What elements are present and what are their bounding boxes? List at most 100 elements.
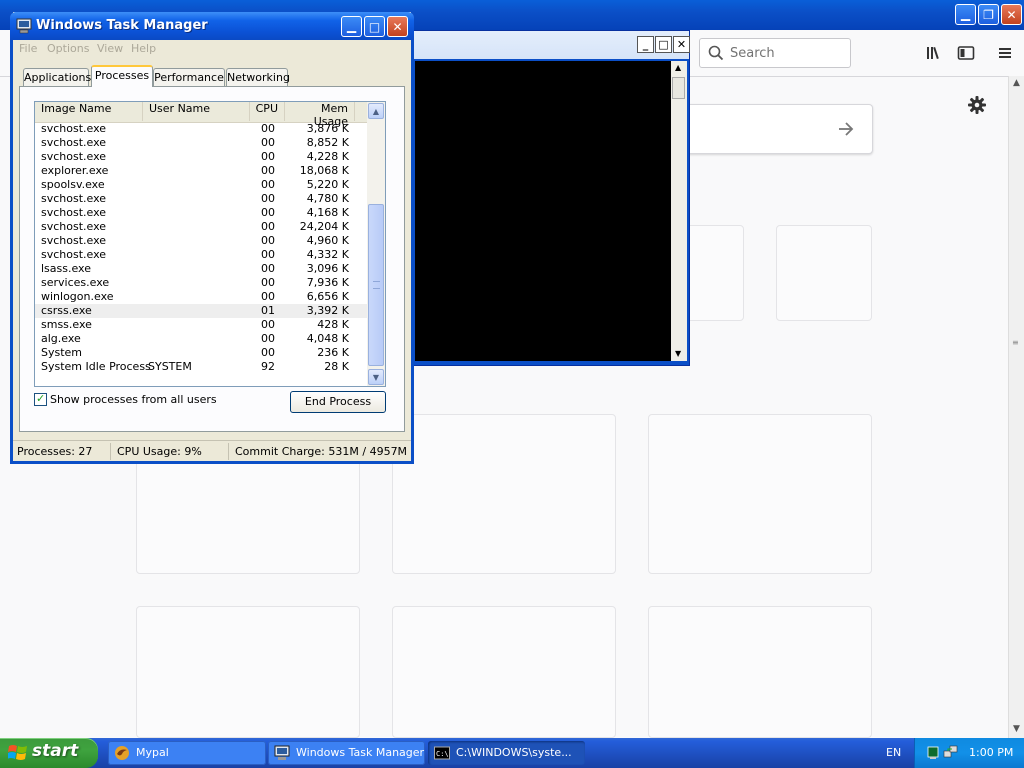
minimize-button[interactable]: ▁ [341,16,362,37]
console-scroll-thumb[interactable] [672,77,685,99]
scroll-down-button[interactable]: ▼ [368,369,384,385]
menu-help[interactable]: Help [131,42,156,55]
process-list-scroll-thumb[interactable] [368,204,384,366]
clock: 1:00 PM [969,746,1014,759]
scroll-down-icon[interactable]: ▼ [1013,724,1020,734]
network-icon[interactable] [943,744,959,760]
taskbar-item-label: C:\WINDOWS\syste... [456,746,572,759]
console-titlebar[interactable]: _ □ ✕ [409,31,690,59]
checkbox[interactable]: ✓ [34,392,47,406]
show-all-users-label[interactable]: Show processes from all users [50,393,217,406]
start-button[interactable]: start [0,738,98,768]
top-site-tile[interactable] [776,225,872,321]
cell-cpu: 00 [261,234,275,247]
windows-logo-icon [8,745,27,760]
cell-cpu: 00 [261,150,275,163]
cell-mem-usage: 4,048 K [306,332,349,345]
table-row[interactable]: svchost.exe 00 4,168 K [35,206,367,220]
tab-processes[interactable]: Processes [91,65,153,87]
process-list[interactable]: Image Name User Name CPU Mem Usage svcho… [34,101,386,387]
table-row[interactable]: alg.exe 00 4,048 K [35,332,367,346]
scroll-up-icon[interactable]: ▲ [675,63,681,72]
search-box[interactable] [699,38,851,68]
close-button[interactable]: ✕ [387,16,408,37]
browser-minimize-button[interactable]: ▁ [955,4,976,25]
table-row[interactable]: smss.exe 00 428 K [35,318,367,332]
table-row[interactable]: svchost.exe 00 4,960 K [35,234,367,248]
restore-icon: ❐ [983,7,994,22]
menu-file[interactable]: File [19,42,37,55]
table-row[interactable]: System 00 236 K [35,346,367,360]
monitor-icon[interactable] [927,746,939,760]
table-row[interactable]: csrss.exe 01 3,392 K [35,304,367,318]
table-row[interactable]: svchost.exe 00 3,876 K [35,122,367,136]
library-icon[interactable] [925,44,943,62]
scroll-down-icon: ▼ [372,372,380,382]
table-row[interactable]: svchost.exe 00 4,228 K [35,150,367,164]
tab-applications[interactable]: Applications [23,68,91,86]
tab-networking[interactable]: Networking [226,68,290,86]
browser-restore-button[interactable]: ❐ [978,4,999,25]
highlight-card[interactable] [392,414,616,574]
table-row[interactable]: spoolsv.exe 00 5,220 K [35,178,367,192]
scroll-up-button[interactable]: ▲ [368,103,384,119]
language-indicator[interactable]: EN [886,746,901,759]
table-row[interactable]: explorer.exe 00 18,068 K [35,164,367,178]
console-maximize-button[interactable]: □ [655,36,672,53]
taskbar-item-console[interactable]: C:\ C:\WINDOWS\syste... [428,741,585,765]
menu-view[interactable]: View [97,42,123,55]
browser-close-button[interactable]: ✕ [1001,4,1022,25]
table-row[interactable]: svchost.exe 00 8,852 K [35,136,367,150]
maximize-icon: □ [368,19,381,34]
top-site-tile[interactable] [686,225,744,321]
gear-icon[interactable] [966,94,988,116]
hamburger-menu-icon[interactable] [996,44,1014,62]
grip-icon [373,281,380,289]
table-row[interactable]: System Idle Process SYSTEM 92 28 K [35,360,367,374]
arrow-right-icon[interactable] [836,119,856,139]
table-row[interactable]: services.exe 00 7,936 K [35,276,367,290]
highlight-card[interactable] [648,606,872,738]
highlight-card[interactable] [392,606,616,738]
status-commit-charge: Commit Charge: 531M / 4957M [235,445,408,458]
scroll-down-icon[interactable]: ▼ [675,349,681,358]
tab-performance[interactable]: Performance [153,68,225,86]
cell-image-name: smss.exe [41,318,92,331]
task-manager-titlebar[interactable]: Windows Task Manager ▁ □ ✕ [10,12,414,40]
cell-image-name: lsass.exe [41,262,91,275]
cell-cpu: 01 [261,304,275,317]
column-cpu[interactable]: CPU [250,102,285,121]
highlight-card[interactable] [136,606,360,738]
taskbar-item-task-manager[interactable]: Windows Task Manager [268,741,425,765]
cell-mem-usage: 7,936 K [306,276,349,289]
table-row[interactable]: svchost.exe 00 24,204 K [35,220,367,234]
column-image-name[interactable]: Image Name [35,102,143,121]
maximize-button[interactable]: □ [364,16,385,37]
console-minimize-button[interactable]: _ [637,36,654,53]
console-close-button[interactable]: ✕ [673,36,690,53]
process-list-scrollbar[interactable]: ▲ ▼ [367,102,385,386]
cell-cpu: 00 [261,290,275,303]
highlight-card[interactable] [648,414,872,574]
console-scrollbar[interactable]: ▲ ▼ [671,61,687,361]
end-process-button[interactable]: End Process [290,391,386,413]
table-row[interactable]: svchost.exe 00 4,332 K [35,248,367,262]
cell-image-name: System Idle Process [41,360,151,373]
menu-options[interactable]: Options [47,42,89,55]
console-output[interactable] [415,61,671,361]
new-tab-search-bar[interactable] [686,104,873,154]
taskbar-item-label: Mypal [136,746,169,759]
search-input[interactable] [730,44,845,62]
cell-image-name: spoolsv.exe [41,178,105,191]
sidebar-icon[interactable] [957,44,975,62]
scroll-up-icon[interactable]: ▲ [1013,78,1020,88]
mypal-icon [115,746,129,760]
taskbar-item-mypal[interactable]: Mypal [108,741,266,765]
maximize-icon: □ [658,38,669,51]
column-user-name[interactable]: User Name [143,102,250,121]
browser-scrollbar[interactable]: ▲ ≡ ▼ [1008,76,1024,738]
table-row[interactable]: lsass.exe 00 3,096 K [35,262,367,276]
column-mem-usage[interactable]: Mem Usage [285,102,355,128]
table-row[interactable]: svchost.exe 00 4,780 K [35,192,367,206]
table-row[interactable]: winlogon.exe 00 6,656 K [35,290,367,304]
